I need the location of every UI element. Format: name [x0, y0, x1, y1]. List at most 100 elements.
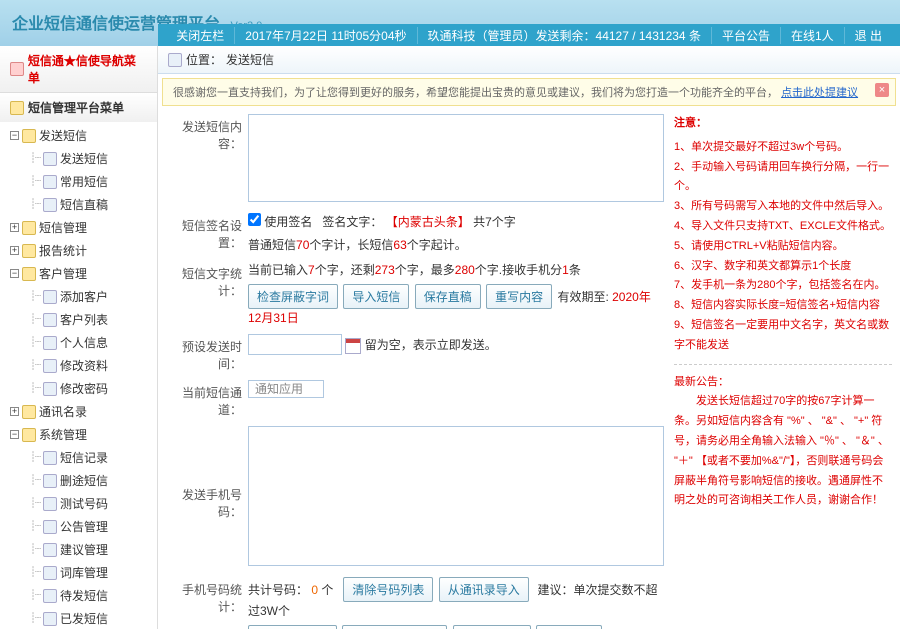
tree-line: ┊┈	[30, 153, 40, 164]
page-icon	[43, 336, 57, 350]
banner-link[interactable]: 点击此处提建议	[781, 87, 858, 99]
suggestion-banner: 很感谢您一直支持我们，为了让您得到更好的服务，希望您能提出宝贵的意见或建议，我们…	[162, 78, 896, 106]
tree-personal-info[interactable]: ┊┈个人信息	[6, 331, 157, 354]
note-item: 6、汉字、数字和英文都算示1个长度	[674, 257, 892, 277]
page-icon	[43, 359, 57, 373]
crumb-page: 发送短信	[226, 51, 274, 68]
filter-dup-button[interactable]: 过滤重号	[536, 625, 602, 629]
excel-import-button[interactable]: EXCEL文件导入	[342, 625, 447, 629]
use-sign-checkbox[interactable]: 使用签名	[248, 215, 312, 229]
tree-system-mgmt[interactable]: −系统管理	[6, 423, 157, 446]
save-draft-button[interactable]: 保存直稿	[415, 284, 481, 309]
valid-label: 有效期至:	[557, 290, 608, 304]
folder-icon	[22, 405, 36, 419]
page-icon	[43, 520, 57, 534]
main-content: 位置： 发送短信 很感谢您一直支持我们，为了让您得到更好的服务，希望您能提出宝贵…	[158, 46, 900, 629]
char-stat: 当前已输入7个字，还剩273个字，最多280个字.接收手机分1条	[248, 261, 664, 278]
txt-import-button[interactable]: TXT文件导入	[248, 625, 337, 629]
tree-lexicon-mgmt[interactable]: ┊┈词库管理	[6, 561, 157, 584]
tree-pending-sms[interactable]: ┊┈待发短信	[6, 584, 157, 607]
total-suf: 个	[321, 583, 333, 597]
announce-body: 发送长短信超过70字的按67字计算一条。另如短信内容含有 "%" 、 "&" 、…	[674, 392, 892, 511]
tree-modify-info[interactable]: ┊┈修改资料	[6, 354, 157, 377]
note-item: 9、短信签名一定要用中文名字，英文名或数字不能发送	[674, 316, 892, 356]
close-icon[interactable]: ×	[875, 83, 889, 97]
note-item: 2、手动输入号码请用回车换行分隔，一行一个。	[674, 158, 892, 198]
tree-contacts[interactable]: +通讯名录	[6, 400, 157, 423]
preset-time-input[interactable]	[248, 334, 342, 355]
tree-line: ┊┈	[30, 475, 40, 486]
sign-value: 【内蒙古头条】	[386, 215, 470, 229]
preset-label: 预设发送时间：	[166, 334, 248, 372]
page-icon	[43, 382, 57, 396]
folder-icon	[22, 267, 36, 281]
announce-title: 最新公告：	[674, 373, 892, 393]
tree-customer-mgmt[interactable]: −客户管理	[6, 262, 157, 285]
expand-icon[interactable]: +	[10, 223, 19, 232]
sms-content-input[interactable]	[248, 114, 664, 202]
sidebar: 短信通★信使导航菜单 短信管理平台菜单 −发送短信 ┊┈发送短信 ┊┈常用短信 …	[0, 46, 158, 629]
tree-line: ┊┈	[30, 314, 40, 325]
tree-add-customer[interactable]: ┊┈添加客户	[6, 285, 157, 308]
tree-line: ┊┈	[30, 590, 40, 601]
tree-test-number[interactable]: ┊┈测试号码	[6, 492, 157, 515]
crumb-label: 位置：	[186, 51, 222, 68]
tree-line: ┊┈	[30, 452, 40, 463]
banner-text: 很感谢您一直支持我们，为了让您得到更好的服务，希望您能提出宝贵的意见或建议，我们…	[173, 87, 778, 99]
sign-count: 共7个字	[473, 215, 516, 229]
tree-send-sms[interactable]: −发送短信	[6, 124, 157, 147]
page-icon	[43, 152, 57, 166]
home-icon	[10, 101, 24, 115]
page-icon	[43, 474, 57, 488]
import-sms-button[interactable]: 导入短信	[343, 284, 409, 309]
collapse-icon[interactable]: −	[10, 131, 19, 140]
tree-announce-mgmt[interactable]: ┊┈公告管理	[6, 515, 157, 538]
breadcrumb: 位置： 发送短信	[158, 46, 900, 74]
reset-content-button[interactable]: 重写内容	[486, 284, 552, 309]
user-quota: 玖通科技（管理员）发送剩余：44127 / 1431234 条	[418, 27, 712, 44]
close-left-button[interactable]: 关闭左栏	[166, 27, 235, 44]
tree-sms-record[interactable]: ┊┈短信记录	[6, 446, 157, 469]
total-count: 0	[311, 583, 318, 597]
note-item: 4、导入文件只支持TXT、EXCLE文件格式。	[674, 217, 892, 237]
tree-common-sms[interactable]: ┊┈常用短信	[6, 170, 157, 193]
from-contacts-button[interactable]: 从通讯录导入	[439, 577, 529, 602]
tree-del-sms[interactable]: ┊┈删途短信	[6, 469, 157, 492]
tree-send-sms-sub[interactable]: ┊┈发送短信	[6, 147, 157, 170]
collapse-icon[interactable]: −	[10, 430, 19, 439]
page-icon	[43, 313, 57, 327]
clear-numbers-button[interactable]: 清除号码列表	[343, 577, 433, 602]
calendar-icon[interactable]	[345, 338, 361, 354]
note-item: 5、请使用CTRL+V粘贴短信内容。	[674, 237, 892, 257]
tree-sms-draft[interactable]: ┊┈短信直稿	[6, 193, 157, 216]
tree-report-stat[interactable]: +报告统计	[6, 239, 157, 262]
sign-name-label: 签名文字：	[322, 215, 382, 229]
expand-icon[interactable]: +	[10, 407, 19, 416]
tree-modify-pwd[interactable]: ┊┈修改密码	[6, 377, 157, 400]
folder-icon	[22, 428, 36, 442]
tree-customer-list[interactable]: ┊┈客户列表	[6, 308, 157, 331]
stat-label: 短信文字统计：	[166, 261, 248, 299]
tree-line: ┊┈	[30, 176, 40, 187]
collapse-icon[interactable]: −	[10, 269, 19, 278]
sms-limit-info: 普通短信70个字计，长短信63个字起计。	[248, 236, 664, 253]
channel-label: 当前短信通道：	[166, 380, 248, 418]
expand-icon[interactable]: +	[10, 246, 19, 255]
page-icon	[43, 612, 57, 626]
logout-button[interactable]: 退 出	[845, 27, 892, 44]
channel-select[interactable]: 通知应用	[248, 380, 324, 398]
segment-import-button[interactable]: 从号段导入	[453, 625, 531, 629]
platform-menu-title: 短信管理平台菜单	[0, 93, 157, 122]
platform-announce-button[interactable]: 平台公告	[712, 27, 781, 44]
check-words-button[interactable]: 检查屏蔽字词	[248, 284, 338, 309]
notes-panel: 注意： 1、单次提交最好不超过3w个号码。 2、手动输入号码请用回车换行分隔，一…	[674, 114, 892, 629]
tree-sent-sms[interactable]: ┊┈已发短信	[6, 607, 157, 629]
page-icon	[43, 290, 57, 304]
star-icon	[10, 62, 24, 76]
content-label: 发送短信内容：	[166, 114, 248, 152]
tree-suggest-mgmt[interactable]: ┊┈建议管理	[6, 538, 157, 561]
tree-sms-mgmt[interactable]: +短信管理	[6, 216, 157, 239]
header-menu: 关闭左栏 2017年7月22日 11时05分04秒 玖通科技（管理员）发送剩余：…	[158, 24, 900, 46]
page-icon	[43, 198, 57, 212]
mobile-numbers-input[interactable]	[248, 426, 664, 566]
